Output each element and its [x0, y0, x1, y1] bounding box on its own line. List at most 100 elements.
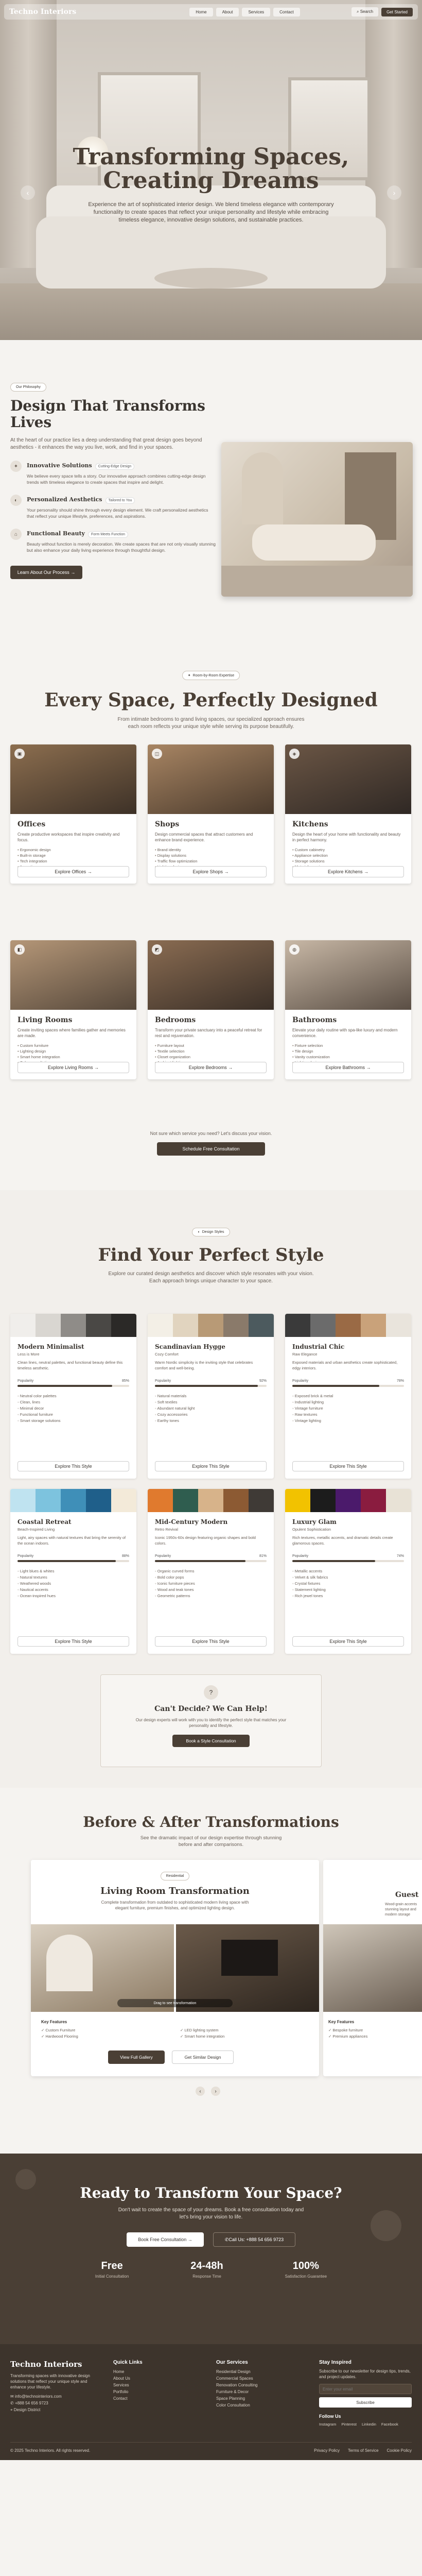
style-card-coastal-retreat[interactable]: Coastal Retreat Beach-Inspired Living Li…: [10, 1489, 136, 1654]
social-link[interactable]: Instagram: [319, 2422, 336, 2427]
card-text: Create productive workspaces that inspir…: [17, 832, 120, 842]
tv-image: [221, 1940, 278, 1976]
card-title: Living Rooms: [17, 1016, 73, 1024]
style-feature: Clean, lines: [17, 1399, 129, 1405]
call-button[interactable]: ✆ Call Us: +888 54 656 9723: [213, 2232, 295, 2247]
footer-link[interactable]: Residential Design: [216, 2368, 258, 2375]
footer-link[interactable]: Color Consultation: [216, 2402, 258, 2409]
book-consultation-button[interactable]: Book Free Consultation →: [127, 2232, 204, 2247]
footer-link[interactable]: Furniture & Decor: [216, 2388, 258, 2395]
view-gallery-button[interactable]: View Full Gallery: [108, 2050, 165, 2064]
social-link[interactable]: Linkedin: [362, 2422, 376, 2427]
explore-style-button[interactable]: Explore This Style: [292, 1636, 404, 1647]
explore-button[interactable]: Explore Bedrooms →: [155, 1062, 267, 1073]
footer-phone[interactable]: ✆ +888 54 656 9723: [10, 2400, 98, 2406]
footer-link[interactable]: Commercial Spaces: [216, 2375, 258, 2382]
style-card-mid-century-modern[interactable]: Mid-Century Modern Retro Revival Iconic …: [148, 1489, 274, 1654]
footer-logo[interactable]: Techno Interiors: [10, 2360, 98, 2369]
style-card-scandinavian-hygge[interactable]: Scandinavian Hygge Cozy Comfort Warm Nor…: [148, 1314, 274, 1479]
arch-niche: [242, 452, 283, 524]
nav-link-services[interactable]: Services: [242, 7, 271, 16]
style-consultation-button[interactable]: Book a Style Consultation: [172, 1735, 250, 1747]
newsletter: Stay Inspired Subscribe to our newslette…: [319, 2360, 412, 2427]
learn-process-button[interactable]: Learn About Our Process →: [10, 566, 82, 579]
newsletter-email-input[interactable]: [319, 2384, 412, 2394]
style-consultation-label: Book a Style Consultation: [186, 1738, 236, 1743]
explore-style-label: Explore This Style: [192, 1464, 230, 1469]
explore-style-button[interactable]: Explore This Style: [292, 1461, 404, 1471]
card-feature: Traffic flow optimization: [155, 858, 267, 864]
social-link[interactable]: Facebook: [381, 2422, 398, 2427]
style-feature: Minimal decor: [17, 1405, 129, 1412]
comparison-slider[interactable]: Drag to see transformation: [31, 1924, 319, 2012]
footer-email[interactable]: ✉ info@technointeriors.com: [10, 2393, 98, 2400]
nav-link-contact[interactable]: Contact: [273, 7, 300, 16]
style-card-modern-minimalist[interactable]: Modern Minimalist Less is More Clean lin…: [10, 1314, 136, 1479]
arrow-right-icon: →: [87, 869, 92, 874]
space-card-bathrooms[interactable]: ◍ Bathrooms Elevate your daily routine w…: [285, 940, 411, 1079]
social-link[interactable]: Pinterest: [341, 2422, 357, 2427]
next-slide-button[interactable]: ›: [211, 2087, 220, 2096]
feature-title: Personalized Aesthetics: [27, 496, 102, 503]
subscribe-button[interactable]: Subscribe: [319, 2397, 412, 2408]
explore-button[interactable]: Explore Kitchens →: [292, 866, 404, 877]
footer-link[interactable]: About Us: [113, 2375, 143, 2382]
explore-style-button[interactable]: Explore This Style: [155, 1636, 267, 1647]
schedule-consultation-button[interactable]: Schedule Free Consultation: [157, 1142, 265, 1156]
sofa-image: [252, 524, 376, 561]
style-feature: Exposed brick & metal: [292, 1393, 404, 1399]
style-feature: Raw textures: [292, 1412, 404, 1418]
color-swatch: [336, 1314, 361, 1337]
cta-title: Ready to Transform Your Space?: [80, 2184, 342, 2201]
style-feature: Iconic furniture pieces: [155, 1581, 267, 1587]
explore-button[interactable]: Explore Living Rooms →: [17, 1062, 129, 1073]
nav-link-home[interactable]: Home: [189, 7, 213, 16]
legal-link[interactable]: Terms of Service: [348, 2448, 379, 2453]
explore-button[interactable]: Explore Shops →: [155, 866, 267, 877]
card-text: Create inviting spaces where families ga…: [17, 1028, 126, 1038]
footer-link[interactable]: Home: [113, 2368, 143, 2375]
footer-link[interactable]: Services: [113, 2382, 143, 2388]
footer-link[interactable]: Contact: [113, 2395, 143, 2402]
ba-next-slide[interactable]: Guest Wood-grain accents stunning layout…: [323, 1860, 422, 2076]
space-card-offices[interactable]: ▣ Offices Create productive workspaces t…: [10, 744, 136, 884]
popularity-label: Popularity: [155, 1554, 171, 1558]
style-feature: Industrial lighting: [292, 1399, 404, 1405]
space-card-kitchens[interactable]: ◈ Kitchens Design the heart of your home…: [285, 744, 411, 884]
footer-link[interactable]: Portfolio: [113, 2388, 143, 2395]
get-started-button[interactable]: Get Started: [381, 7, 413, 16]
footer-link[interactable]: Space Planning: [216, 2395, 258, 2402]
search-button[interactable]: ⌕ Search: [351, 7, 379, 16]
space-card-shops[interactable]: ◫ Shops Design commercial spaces that at…: [148, 744, 274, 884]
explore-style-button[interactable]: Explore This Style: [17, 1461, 129, 1471]
explore-button[interactable]: Explore Offices →: [17, 866, 129, 877]
nav-link-about[interactable]: About: [216, 7, 239, 16]
stat-label: Satisfaction Guarantee: [285, 2274, 327, 2279]
get-similar-button[interactable]: Get Similar Design: [172, 2050, 234, 2064]
explore-button[interactable]: Explore Bathrooms →: [292, 1062, 404, 1073]
card-feature: Custom cabinetry: [292, 847, 404, 853]
explore-style-button[interactable]: Explore This Style: [17, 1636, 129, 1647]
space-card-bedrooms[interactable]: ◩ Bedrooms Transform your private sanctu…: [148, 940, 274, 1079]
card-text: Elevate your daily routine with spa-like…: [292, 1028, 398, 1038]
legal-link[interactable]: Privacy Policy: [314, 2448, 340, 2453]
philosophy-section: Our Philosophy Design That Transforms Li…: [0, 340, 422, 670]
style-card-industrial-chic[interactable]: Industrial Chic Raw Elegance Exposed mat…: [285, 1314, 411, 1479]
ba-feature-text: LED lighting system: [184, 2028, 219, 2032]
cta-text: Don't wait to create the space of your d…: [118, 2207, 304, 2220]
peek-image: [323, 1924, 422, 2012]
prev-slide-button[interactable]: ‹: [196, 2087, 205, 2096]
key-features: Key Features ✓ Custom Furniture ✓ LED li…: [41, 2020, 283, 2040]
legal-link[interactable]: Cookie Policy: [387, 2448, 412, 2453]
card-feature: Brand identity: [155, 847, 267, 853]
hero-title-line1: Transforming Spaces,: [73, 144, 349, 170]
style-card-luxury-glam[interactable]: Luxury Glam Opulent Sophistication Rich …: [285, 1489, 411, 1654]
style-feature: Vintage furniture: [292, 1405, 404, 1412]
style-features: Light blues & whitesNatural texturesWeat…: [17, 1568, 129, 1599]
logo[interactable]: Techno Interiors: [9, 8, 76, 16]
space-card-living-rooms[interactable]: ◧ Living Rooms Create inviting spaces wh…: [10, 940, 136, 1079]
footer-link[interactable]: Renovation Consulting: [216, 2382, 258, 2388]
color-swatches: [10, 1489, 136, 1512]
philosophy-badge: Our Philosophy: [10, 383, 46, 392]
explore-style-button[interactable]: Explore This Style: [155, 1461, 267, 1471]
